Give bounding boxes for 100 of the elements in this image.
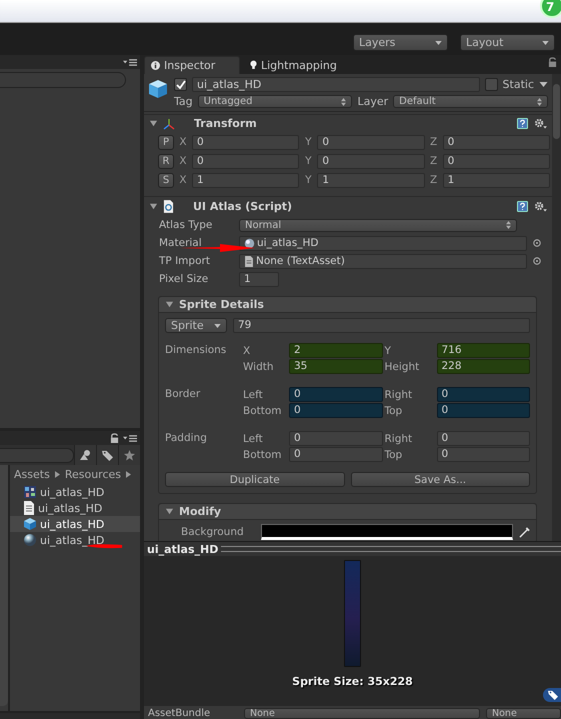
asset-bundle-label: AssetBundle xyxy=(148,708,212,719)
dropdown-arrow-icon[interactable] xyxy=(539,82,548,87)
lightbulb-icon xyxy=(250,60,257,70)
axis-label: Y xyxy=(304,155,313,167)
preview-title: ui_atlas_HD xyxy=(147,542,218,556)
number-field[interactable]: 2 xyxy=(289,343,382,358)
help-icon[interactable] xyxy=(517,118,528,129)
breadcrumb-link[interactable]: Resources xyxy=(64,468,121,481)
breadcrumb-link[interactable]: Assets xyxy=(14,468,50,481)
action-button[interactable]: Duplicate xyxy=(165,472,344,487)
number-field[interactable]: 0 xyxy=(436,387,530,402)
asset-item[interactable]: ui_atlas_HD xyxy=(10,500,140,516)
sprite-size-caption: Sprite Size: 35x228 xyxy=(292,675,413,688)
asset-label-button[interactable] xyxy=(543,688,561,702)
color-field[interactable] xyxy=(261,524,513,540)
layer-dropdown[interactable]: Default xyxy=(393,95,548,108)
lock-icon[interactable] xyxy=(548,57,557,68)
number-field[interactable]: 0 xyxy=(289,431,382,446)
number-field[interactable]: 0 xyxy=(442,134,550,150)
help-icon[interactable] xyxy=(517,201,528,212)
number-field[interactable]: 0 xyxy=(436,403,530,418)
reset-button[interactable]: S xyxy=(158,172,174,188)
toolbar-dropdown[interactable]: Layers xyxy=(353,34,448,51)
number-field[interactable]: 0 xyxy=(289,447,382,462)
filter-type-button[interactable] xyxy=(74,445,96,465)
sprite-name-field[interactable]: 79 xyxy=(233,318,530,333)
number-field[interactable]: 1 xyxy=(239,272,279,286)
scrollbar[interactable] xyxy=(552,74,561,541)
static-checkbox[interactable] xyxy=(484,78,498,91)
toolbar-dropdown[interactable]: Layout xyxy=(460,34,555,51)
object-field[interactable]: ui_atlas_HD xyxy=(239,236,527,250)
info-icon xyxy=(151,61,160,70)
folder-tree-scrollbar[interactable] xyxy=(0,465,8,706)
static-label: Static xyxy=(502,78,534,91)
foldout-arrow-icon[interactable] xyxy=(149,119,158,128)
field-label: Material xyxy=(159,237,203,249)
action-button[interactable]: Save As... xyxy=(350,472,530,487)
field-label: Atlas Type xyxy=(159,219,214,231)
field-label: Y xyxy=(384,344,392,356)
active-checkbox[interactable] xyxy=(174,78,187,91)
asset-name: ui_atlas_HD xyxy=(40,486,104,498)
section-title: Sprite Details xyxy=(179,298,264,311)
panel-menu-icon[interactable] xyxy=(123,434,137,442)
number-field[interactable]: 0 xyxy=(317,134,425,150)
asset-item[interactable]: ui_atlas_HD xyxy=(10,516,140,532)
number-field[interactable]: 1 xyxy=(442,172,550,188)
asset-item[interactable]: ui_atlas_HD xyxy=(10,484,140,500)
asset-bundle-dropdown[interactable]: None xyxy=(486,708,561,719)
panel-tab[interactable]: Inspector xyxy=(144,56,240,74)
panel-menu-icon[interactable] xyxy=(123,58,137,66)
number-field[interactable]: 35 xyxy=(289,359,382,374)
component-title: Transform xyxy=(194,117,257,130)
atlas-type-dropdown[interactable]: Normal xyxy=(239,218,517,232)
cube-icon xyxy=(23,517,37,531)
search-field[interactable] xyxy=(0,72,126,88)
search-field[interactable] xyxy=(0,448,74,462)
lock-icon[interactable] xyxy=(110,432,119,444)
foldout-arrow-icon[interactable] xyxy=(165,507,174,516)
number-field[interactable]: 0 xyxy=(317,154,425,168)
section-header[interactable]: Modify xyxy=(159,504,536,520)
number-field[interactable]: 0 xyxy=(289,387,382,402)
chevron-icon xyxy=(126,471,131,478)
gear-icon[interactable] xyxy=(534,118,547,129)
filter-label-button[interactable] xyxy=(96,445,118,465)
number-field[interactable]: 0 xyxy=(289,403,382,418)
foldout-arrow-icon[interactable] xyxy=(149,202,158,211)
section-header[interactable]: Sprite Details xyxy=(159,297,536,313)
number-field[interactable]: 0 xyxy=(192,154,300,168)
asset-item[interactable]: ui_atlas_HD xyxy=(10,532,140,548)
foldout-arrow-icon[interactable] xyxy=(165,300,174,309)
field-label: Left xyxy=(243,432,264,444)
number-field[interactable]: 0 xyxy=(192,134,300,150)
tag-dropdown[interactable]: Untagged xyxy=(198,95,352,108)
object-picker-icon[interactable] xyxy=(533,239,541,247)
number-field[interactable]: 228 xyxy=(436,359,530,374)
number-field[interactable]: 1 xyxy=(192,172,300,188)
field-label: TP Import xyxy=(159,255,211,267)
object-field[interactable]: None (TextAsset) xyxy=(239,254,527,268)
object-picker-icon[interactable] xyxy=(533,257,541,265)
layer-label: Layer xyxy=(357,95,388,108)
number-field[interactable]: 0 xyxy=(442,154,550,168)
reset-button[interactable]: P xyxy=(158,134,174,150)
name-field[interactable]: ui_atlas_HD xyxy=(192,77,480,92)
panel-tab[interactable]: Lightmapping xyxy=(244,56,347,74)
number-field[interactable]: 0 xyxy=(436,431,530,446)
number-field[interactable]: 0 xyxy=(436,447,530,462)
shapes-icon xyxy=(80,450,92,460)
notification-badge: 7 xyxy=(540,0,561,18)
tag-icon xyxy=(548,690,558,700)
field-label: Width xyxy=(243,360,275,372)
field-label: Right xyxy=(384,388,414,400)
number-field[interactable]: 716 xyxy=(436,343,530,358)
eyedropper-icon[interactable] xyxy=(519,526,530,538)
sprite-dropdown[interactable]: Sprite xyxy=(165,318,227,333)
favorites-button[interactable] xyxy=(118,445,140,465)
gear-icon[interactable] xyxy=(534,201,547,212)
reset-button[interactable]: R xyxy=(158,154,174,168)
asset-bundle-dropdown[interactable]: None xyxy=(244,708,480,719)
axis-label: Z xyxy=(429,155,438,167)
number-field[interactable]: 1 xyxy=(317,172,425,188)
